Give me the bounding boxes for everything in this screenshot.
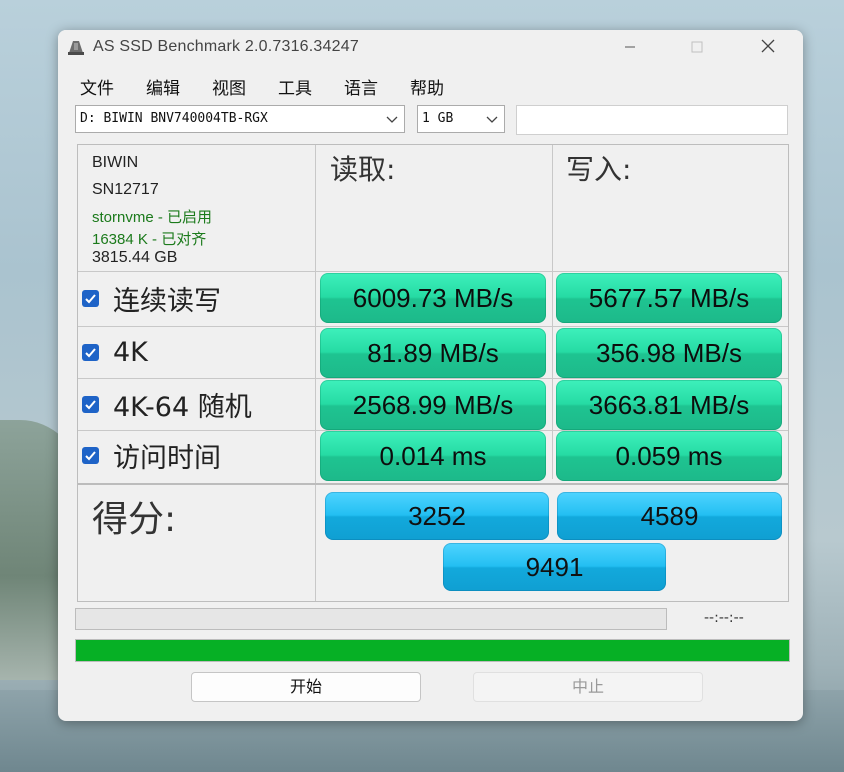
access-read-result: 0.014 ms bbox=[320, 431, 546, 481]
test-row-access: 访问时间 bbox=[82, 435, 221, 475]
menu-tools[interactable]: 工具 bbox=[278, 74, 312, 99]
row-divider bbox=[78, 271, 788, 272]
access-checkbox[interactable] bbox=[82, 446, 99, 464]
drive-select-value: D: BIWIN BNV740004TB-RGX bbox=[80, 111, 268, 126]
menu-language[interactable]: 语言 bbox=[344, 74, 378, 99]
write-score: 4589 bbox=[557, 492, 782, 540]
column-divider bbox=[315, 145, 316, 601]
close-button[interactable] bbox=[748, 35, 788, 61]
check-icon bbox=[85, 293, 96, 303]
access-label: 访问时间 bbox=[113, 442, 221, 474]
chevron-down-icon bbox=[486, 116, 498, 123]
status-field bbox=[516, 105, 788, 135]
test-row-seq: 连续读写 bbox=[82, 278, 221, 318]
test-size-value: 1 GB bbox=[422, 111, 454, 126]
drive-firmware: SN12717 bbox=[92, 181, 159, 198]
column-divider bbox=[552, 145, 553, 479]
close-icon bbox=[761, 39, 775, 53]
check-icon bbox=[85, 399, 96, 409]
seq-write-result: 5677.57 MB/s bbox=[556, 273, 782, 323]
row-divider bbox=[78, 378, 788, 379]
test-size-select[interactable]: 1 GB bbox=[417, 105, 505, 133]
menu-bar: 文件 编辑 视图 工具 语言 帮助 bbox=[58, 70, 803, 99]
title-bar[interactable]: AS SSD Benchmark 2.0.7316.34247 bbox=[58, 30, 803, 64]
minimize-icon bbox=[625, 46, 635, 48]
seq-checkbox[interactable] bbox=[82, 289, 99, 307]
4k-write-result: 356.98 MB/s bbox=[556, 328, 782, 378]
check-icon bbox=[85, 347, 96, 357]
menu-help[interactable]: 帮助 bbox=[410, 74, 444, 99]
4k64-label: 4K-64 随机 bbox=[113, 391, 252, 423]
score-label: 得分: bbox=[92, 499, 177, 540]
overall-progress-fill bbox=[76, 640, 789, 661]
read-score: 3252 bbox=[325, 492, 549, 540]
menu-edit[interactable]: 编辑 bbox=[146, 74, 180, 99]
maximize-button[interactable] bbox=[677, 35, 717, 61]
minimize-button[interactable] bbox=[610, 35, 650, 61]
read-column-header: 读取: bbox=[330, 153, 396, 186]
total-score: 9491 bbox=[443, 543, 666, 591]
drive-brand: BIWIN bbox=[92, 154, 139, 171]
write-column-header: 写入: bbox=[566, 153, 632, 186]
test-progress-bar bbox=[75, 608, 667, 630]
row-divider bbox=[78, 326, 788, 327]
start-button[interactable]: 开始 bbox=[191, 672, 421, 702]
4k-checkbox[interactable] bbox=[82, 343, 99, 361]
menu-file[interactable]: 文件 bbox=[80, 74, 114, 99]
check-icon bbox=[85, 450, 96, 460]
elapsed-time: --:--:-- bbox=[704, 610, 744, 626]
drive-select[interactable]: D: BIWIN BNV740004TB-RGX bbox=[75, 105, 405, 133]
4k-read-result: 81.89 MB/s bbox=[320, 328, 546, 378]
test-row-4k: 4K bbox=[82, 332, 148, 372]
chevron-down-icon bbox=[386, 116, 398, 123]
maximize-icon bbox=[691, 41, 703, 53]
drive-alignment-status: 16384 K - 已对齐 bbox=[92, 231, 207, 248]
window-title: AS SSD Benchmark 2.0.7316.34247 bbox=[93, 38, 359, 55]
test-row-4k64: 4K-64 随机 bbox=[82, 384, 252, 424]
seq-read-result: 6009.73 MB/s bbox=[320, 273, 546, 323]
drive-capacity: 3815.44 GB bbox=[92, 249, 178, 266]
overall-progress-bar bbox=[75, 639, 790, 662]
4k64-checkbox[interactable] bbox=[82, 395, 99, 413]
menu-view[interactable]: 视图 bbox=[212, 74, 246, 99]
access-write-result: 0.059 ms bbox=[556, 431, 782, 481]
stop-button[interactable]: 中止 bbox=[473, 672, 703, 702]
4k64-write-result: 3663.81 MB/s bbox=[556, 380, 782, 430]
app-icon bbox=[68, 41, 84, 55]
4k-label: 4K bbox=[113, 336, 148, 368]
4k64-read-result: 2568.99 MB/s bbox=[320, 380, 546, 430]
app-window: AS SSD Benchmark 2.0.7316.34247 文件 编辑 视图… bbox=[58, 30, 803, 721]
seq-label: 连续读写 bbox=[113, 285, 221, 317]
score-divider bbox=[78, 483, 788, 485]
drive-driver-status: stornvme - 已启用 bbox=[92, 209, 213, 226]
